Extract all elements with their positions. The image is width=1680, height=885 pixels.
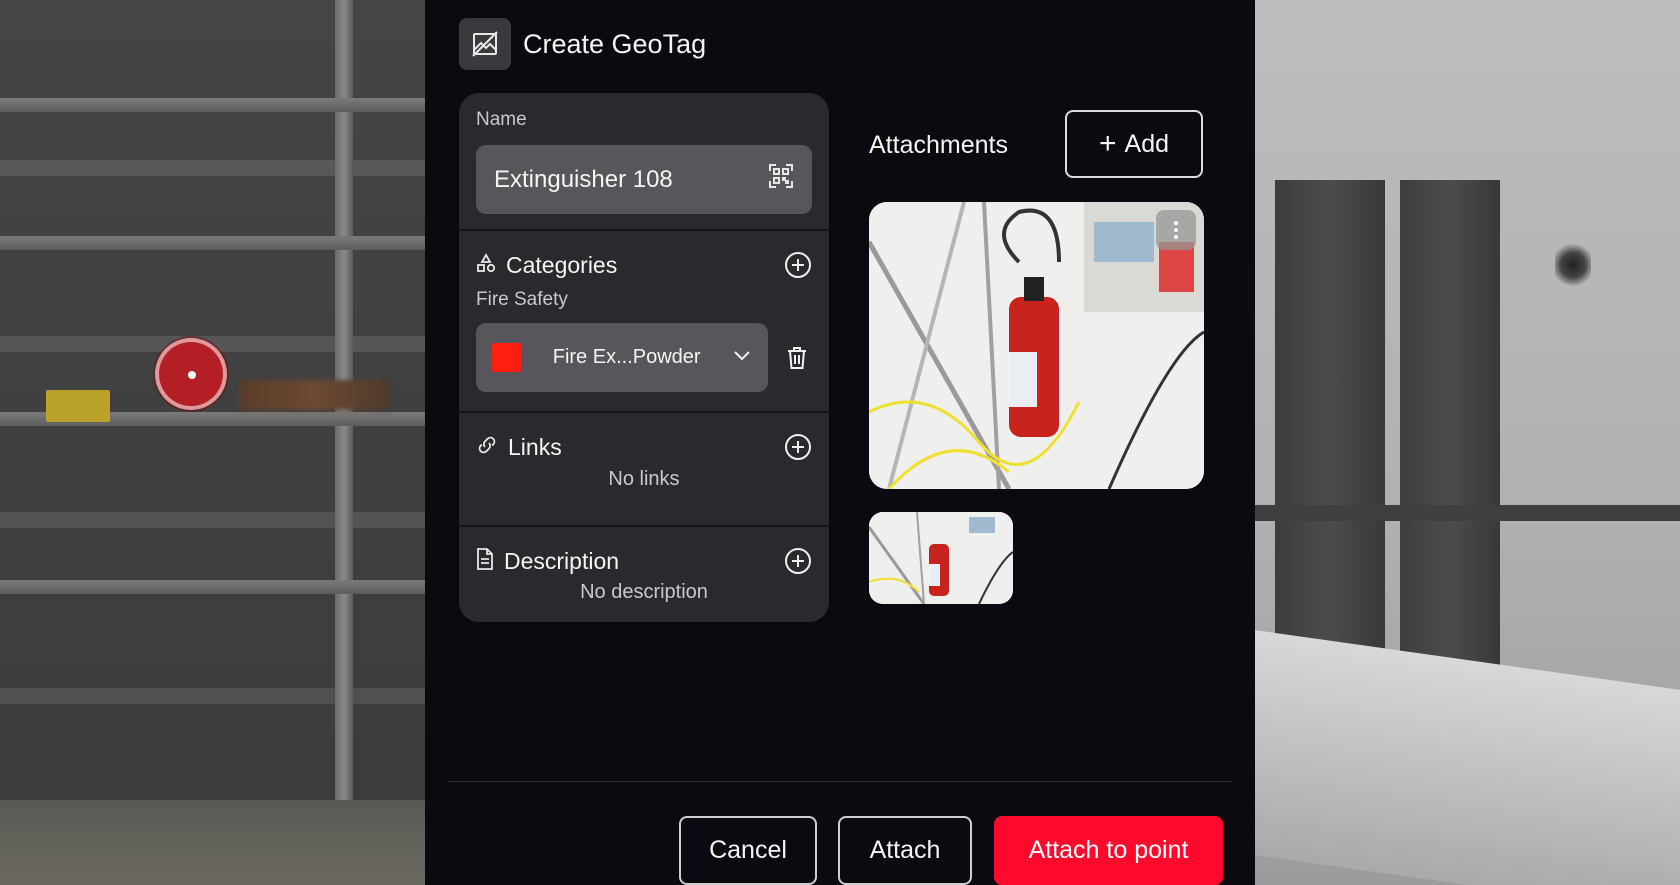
- geotag-anchor-marker[interactable]: [155, 338, 227, 410]
- shelf-beam: [0, 580, 425, 594]
- wall-panel: [1275, 180, 1385, 700]
- footer-divider: [447, 781, 1233, 782]
- add-link-icon[interactable]: [784, 433, 812, 461]
- image-off-icon: [459, 18, 511, 70]
- add-attachment-label: Add: [1124, 129, 1169, 158]
- shelf-item: [46, 390, 110, 422]
- description-header: Description: [476, 545, 812, 577]
- categories-section: Categories Fire Safety Fire Ex...Powder: [459, 231, 829, 413]
- more-options-icon[interactable]: [1156, 210, 1196, 250]
- floor: [1255, 630, 1680, 885]
- attachment-thumbnail[interactable]: [869, 512, 1013, 604]
- camera-background-right: [1255, 0, 1680, 885]
- category-select[interactable]: Fire Ex...Powder: [476, 323, 769, 392]
- wall-mark: [1555, 240, 1591, 290]
- link-icon: [476, 435, 498, 460]
- category-selected-value: Fire Ex...Powder: [552, 346, 701, 368]
- attach-to-point-button[interactable]: Attach to point: [994, 816, 1223, 885]
- plus-icon: +: [1098, 127, 1117, 160]
- camera-background-left: [0, 0, 425, 885]
- shapes-icon: [476, 252, 496, 278]
- description-section: Description No description: [459, 527, 829, 622]
- geotag-form: Name Extinguisher 108 Categories Fire Sa…: [459, 93, 829, 622]
- dialog-title: Create GeoTag: [523, 28, 707, 59]
- name-value: Extinguisher 108: [494, 165, 673, 193]
- shelf-item: [240, 380, 390, 410]
- wall-trim: [1255, 505, 1680, 521]
- add-category-icon[interactable]: [784, 251, 812, 279]
- add-description-icon[interactable]: [784, 547, 812, 575]
- attachment-preview[interactable]: [869, 202, 1204, 489]
- extinguisher-photo: [869, 202, 1204, 489]
- category-row: Fire Ex...Powder: [476, 323, 812, 392]
- attachments-title: Attachments: [869, 131, 1008, 159]
- chevron-down-icon: [732, 345, 752, 370]
- shelf-upright: [335, 0, 353, 885]
- shelf-beam: [0, 98, 425, 112]
- create-geotag-dialog: Create GeoTag Name Extinguisher 108 Cate…: [425, 0, 1255, 885]
- description-label: Description: [504, 547, 620, 574]
- add-attachment-button[interactable]: + Add: [1065, 110, 1203, 178]
- category-group-label: Fire Safety: [476, 289, 568, 310]
- categories-label: Categories: [506, 251, 618, 278]
- description-empty-text: No description: [580, 581, 708, 603]
- shelf-beam: [0, 236, 425, 250]
- name-label: Name: [476, 109, 527, 130]
- dialog-header: Create GeoTag: [459, 18, 706, 70]
- cancel-button[interactable]: Cancel: [679, 816, 817, 885]
- extinguisher-thumbnail-photo: [869, 512, 1013, 604]
- links-empty-text: No links: [608, 468, 680, 490]
- links-label: Links: [508, 433, 562, 460]
- category-color-swatch: [492, 343, 521, 372]
- wall-panel: [1400, 180, 1500, 700]
- document-icon: [476, 547, 494, 575]
- qr-scan-icon[interactable]: [768, 163, 794, 196]
- name-input[interactable]: Extinguisher 108: [476, 145, 812, 214]
- categories-header: Categories: [476, 249, 812, 281]
- attach-button[interactable]: Attach: [838, 816, 972, 885]
- trash-icon[interactable]: [782, 343, 812, 373]
- floor: [0, 800, 425, 885]
- links-section: Links No links: [459, 413, 829, 527]
- marker-center-dot: [188, 371, 196, 379]
- links-header: Links: [476, 431, 812, 463]
- name-section: Name Extinguisher 108: [459, 93, 829, 231]
